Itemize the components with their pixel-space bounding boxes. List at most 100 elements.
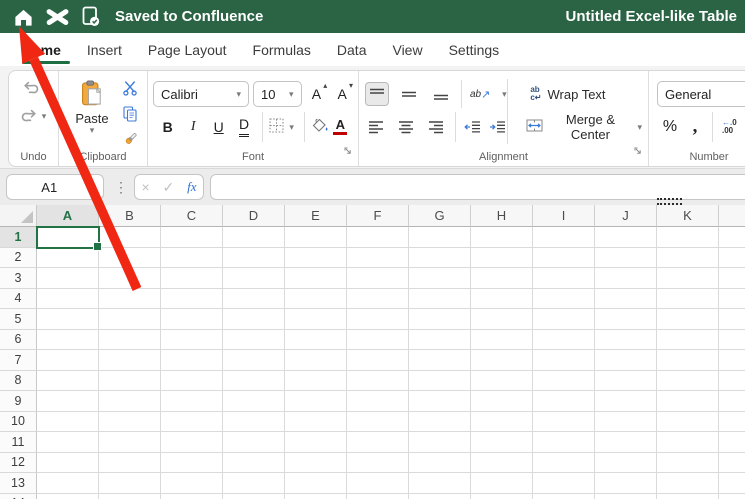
cell-C1[interactable] [161, 227, 223, 248]
cell-H2[interactable] [471, 248, 533, 269]
cell-J11[interactable] [595, 432, 657, 453]
cell-F10[interactable] [347, 412, 409, 433]
cell-filler-9[interactable] [719, 391, 745, 412]
cell-A13[interactable] [37, 473, 99, 494]
cell-A12[interactable] [37, 453, 99, 474]
cell-D7[interactable] [223, 350, 285, 371]
cell-B10[interactable] [99, 412, 161, 433]
cell-E6[interactable] [285, 330, 347, 351]
row-header-8[interactable]: 8 [0, 371, 37, 392]
kebab-menu-icon[interactable]: ⋮ [114, 174, 128, 200]
cell-J14[interactable] [595, 494, 657, 499]
cell-K1[interactable] [657, 227, 719, 248]
cell-G1[interactable] [409, 227, 471, 248]
cell-I1[interactable] [533, 227, 595, 248]
cell-I4[interactable] [533, 289, 595, 310]
cell-A4[interactable] [37, 289, 99, 310]
row-header-7[interactable]: 7 [0, 350, 37, 371]
cell-J3[interactable] [595, 268, 657, 289]
cell-H8[interactable] [471, 371, 533, 392]
cell-C7[interactable] [161, 350, 223, 371]
comma-style-button[interactable]: , [687, 116, 703, 138]
number-format-select[interactable]: General [657, 81, 745, 107]
increase-indent-button[interactable] [489, 120, 506, 134]
row-header-12[interactable]: 12 [0, 453, 37, 474]
cell-B8[interactable] [99, 371, 161, 392]
percent-style-button[interactable]: % [659, 118, 681, 136]
cell-B7[interactable] [99, 350, 161, 371]
cell-F7[interactable] [347, 350, 409, 371]
cell-F3[interactable] [347, 268, 409, 289]
font-family-select[interactable]: Calibri ▾ [153, 81, 249, 107]
cell-J5[interactable] [595, 309, 657, 330]
font-dialog-launcher-icon[interactable] [344, 143, 353, 161]
redo-caret-icon[interactable]: ▾ [42, 112, 47, 121]
cell-B2[interactable] [99, 248, 161, 269]
cell-G10[interactable] [409, 412, 471, 433]
bold-button[interactable]: B [156, 115, 179, 139]
cell-F6[interactable] [347, 330, 409, 351]
cell-E9[interactable] [285, 391, 347, 412]
cell-I12[interactable] [533, 453, 595, 474]
cell-G11[interactable] [409, 432, 471, 453]
cell-K14[interactable] [657, 494, 719, 499]
orientation-button[interactable]: ab↗ [470, 88, 490, 101]
row-header-14[interactable]: 14 [0, 494, 37, 499]
cell-J12[interactable] [595, 453, 657, 474]
cell-I9[interactable] [533, 391, 595, 412]
cell-filler-1[interactable] [719, 227, 745, 248]
cell-D9[interactable] [223, 391, 285, 412]
row-header-13[interactable]: 13 [0, 473, 37, 494]
cell-C10[interactable] [161, 412, 223, 433]
cell-G6[interactable] [409, 330, 471, 351]
cell-H14[interactable] [471, 494, 533, 499]
align-middle-button[interactable] [397, 82, 421, 106]
paste-button[interactable]: Paste ▾ [69, 79, 115, 136]
cell-E13[interactable] [285, 473, 347, 494]
cell-B6[interactable] [99, 330, 161, 351]
cell-B1[interactable] [99, 227, 161, 248]
tab-formulas[interactable]: Formulas [240, 33, 324, 66]
borders-button[interactable] [269, 118, 284, 136]
cell-A8[interactable] [37, 371, 99, 392]
tab-home[interactable]: Home [22, 33, 74, 66]
cell-F12[interactable] [347, 453, 409, 474]
cell-B9[interactable] [99, 391, 161, 412]
cell-I7[interactable] [533, 350, 595, 371]
column-header-D[interactable]: D [223, 205, 285, 227]
cell-G5[interactable] [409, 309, 471, 330]
tab-insert[interactable]: Insert [74, 33, 135, 66]
cell-D4[interactable] [223, 289, 285, 310]
increase-font-size-button[interactable]: A ▴ [306, 82, 328, 106]
cell-J13[interactable] [595, 473, 657, 494]
cell-J8[interactable] [595, 371, 657, 392]
cut-button[interactable] [122, 80, 138, 99]
font-size-select[interactable]: 10 ▾ [253, 81, 302, 107]
cell-B13[interactable] [99, 473, 161, 494]
cell-A1[interactable] [37, 227, 99, 248]
cell-D13[interactable] [223, 473, 285, 494]
cell-H3[interactable] [471, 268, 533, 289]
cell-C6[interactable] [161, 330, 223, 351]
cell-G14[interactable] [409, 494, 471, 499]
cell-F14[interactable] [347, 494, 409, 499]
cell-C3[interactable] [161, 268, 223, 289]
cell-H4[interactable] [471, 289, 533, 310]
row-header-5[interactable]: 5 [0, 309, 37, 330]
cell-F1[interactable] [347, 227, 409, 248]
cell-K6[interactable] [657, 330, 719, 351]
confirm-entry-button[interactable]: ✓ [161, 179, 177, 196]
cell-filler-13[interactable] [719, 473, 745, 494]
decrease-indent-button[interactable] [464, 120, 481, 134]
cell-filler-10[interactable] [719, 412, 745, 433]
redo-button[interactable]: ▾ [21, 107, 47, 126]
row-header-10[interactable]: 10 [0, 412, 37, 433]
decrease-font-size-button[interactable]: A ▾ [331, 82, 353, 106]
cell-I6[interactable] [533, 330, 595, 351]
column-header-filler[interactable] [719, 205, 745, 227]
cell-E4[interactable] [285, 289, 347, 310]
cell-F11[interactable] [347, 432, 409, 453]
cell-E8[interactable] [285, 371, 347, 392]
column-header-C[interactable]: C [161, 205, 223, 227]
cancel-entry-button[interactable]: × [139, 179, 151, 195]
